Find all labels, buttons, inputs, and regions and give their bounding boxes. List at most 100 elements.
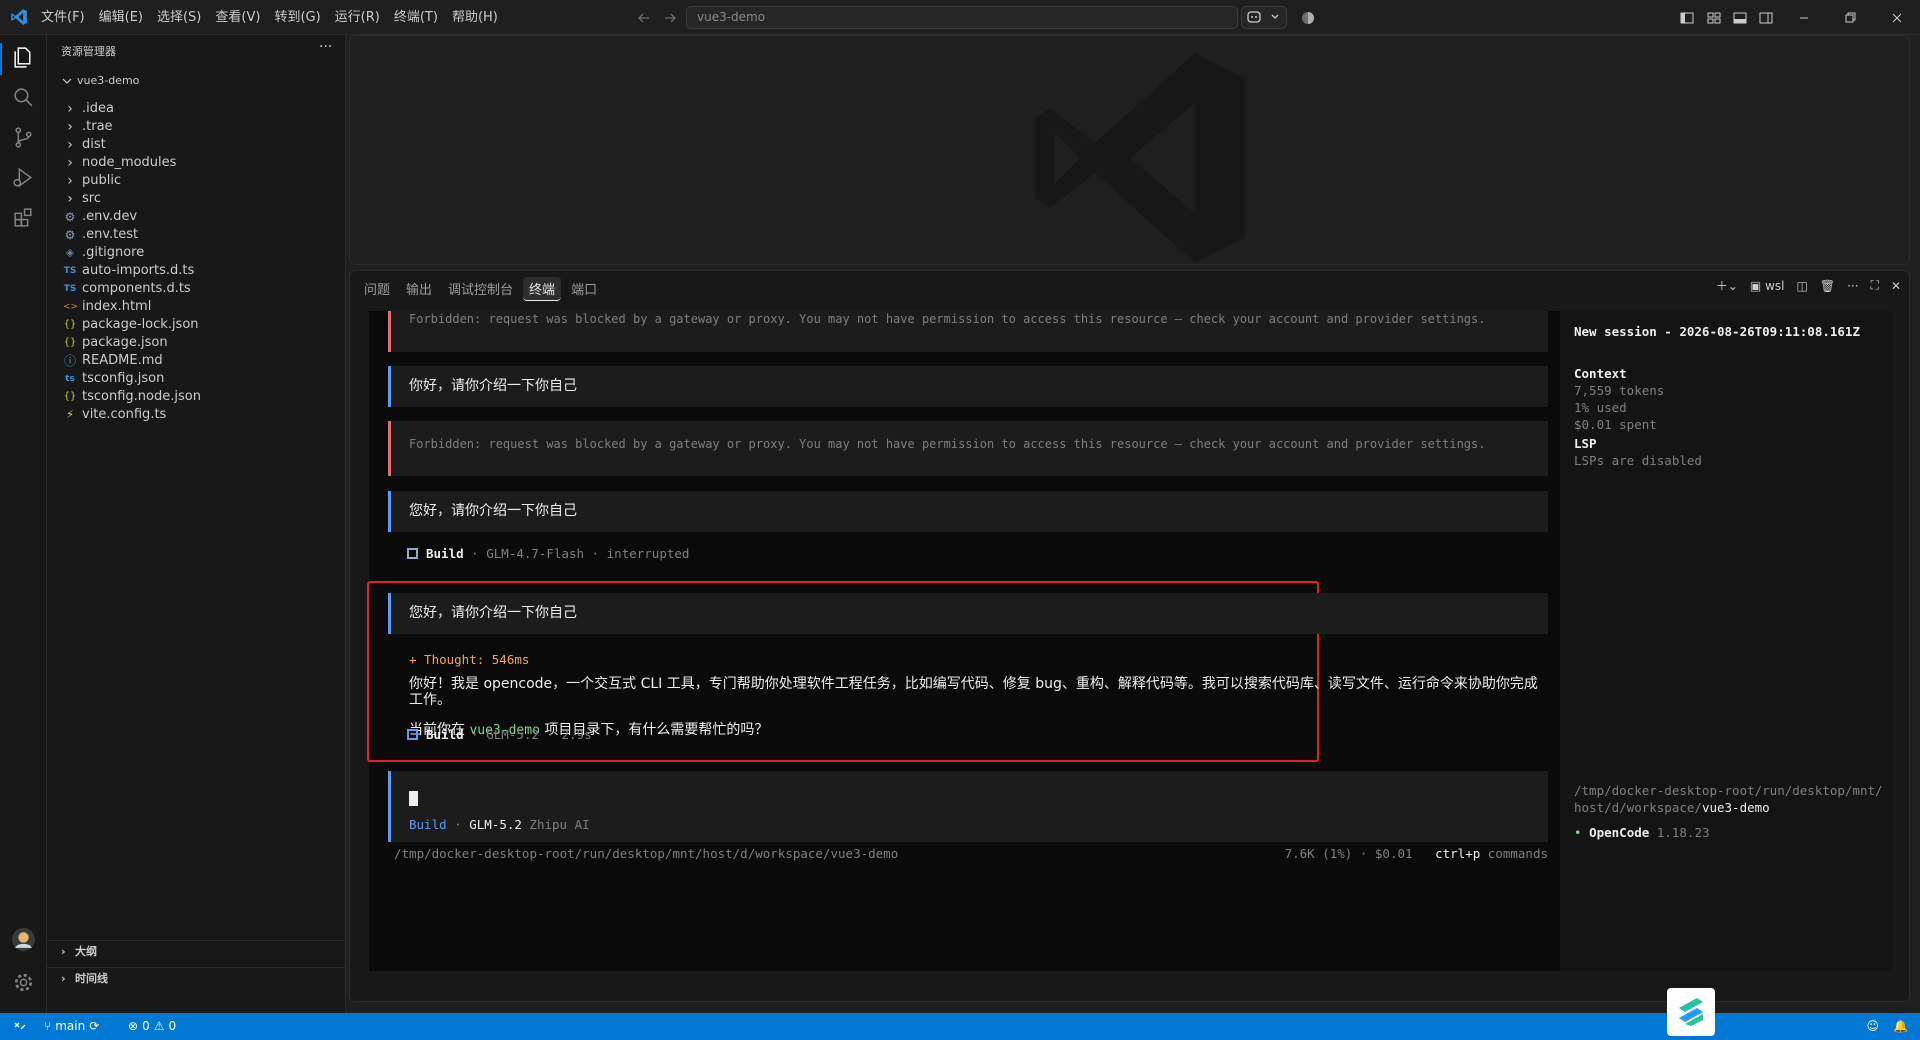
vscode-watermark-logo [1010, 38, 1270, 264]
problems-indicator[interactable]: ⊗ 0 ⚠ 0 [128, 1019, 176, 1033]
build-model: · GLM-4.7-Flash [471, 546, 585, 561]
prompt-input[interactable]: Build · GLM-5.2 Zhipu AI [388, 771, 1548, 842]
menu-selection[interactable]: 选择(S) [150, 7, 208, 29]
split-terminal-icon[interactable]: ◫ [1797, 279, 1808, 293]
file-item[interactable]: ⚡ vite.config.ts [47, 404, 345, 426]
toggle-panel-icon[interactable] [1732, 10, 1748, 26]
chevron-right-icon: › [61, 945, 66, 958]
more-actions-icon[interactable]: ··· [319, 39, 332, 55]
context-section: Context 7,559 tokens 1% used $0.01 spent [1574, 365, 1664, 433]
title-bar: 文件(F) 编辑(E) 选择(S) 查看(V) 转到(G) 运行(R) 终端(T… [0, 0, 1920, 35]
lsp-section: LSP LSPs are disabled [1574, 435, 1702, 469]
build-status: Build · GLM-5.2 · 2.9s [407, 727, 592, 742]
remote-indicator[interactable] [0, 1013, 40, 1040]
forward-arrow-icon[interactable] [662, 10, 678, 26]
close-window-icon[interactable] [1889, 10, 1905, 26]
user-message-text: 您好，请你介绍一下你自己 [409, 503, 577, 519]
terminal-instance[interactable]: ▣ wsl [1750, 279, 1785, 293]
warning-count: 0 [168, 1019, 177, 1033]
editor-area [349, 35, 1910, 265]
source-control-icon[interactable] [11, 125, 36, 150]
text-cursor [409, 791, 418, 806]
new-terminal-icon[interactable]: ＋⌄ [1716, 277, 1738, 294]
menu-run[interactable]: 运行(R) [328, 7, 387, 29]
build-model: · GLM-5.2 [471, 727, 539, 742]
cost-spent: $0.01 spent [1574, 417, 1657, 432]
path-dir: vue3-demo [1701, 800, 1770, 815]
settings-gear-icon[interactable] [11, 970, 36, 995]
command-center-label: vue3-demo [697, 10, 766, 24]
tab-debug-console[interactable]: 调试控制台 [442, 277, 519, 301]
accounts-icon[interactable] [1300, 10, 1316, 26]
maximize-panel-icon[interactable]: ⛶ [1871, 278, 1879, 293]
copilot-icon[interactable]: ☺ [1867, 1019, 1880, 1033]
outline-label: 大纲 [75, 945, 97, 958]
back-arrow-icon[interactable] [636, 10, 652, 26]
branch-icon: ⑂ [44, 1019, 52, 1033]
usage-percent: 1% used [1574, 400, 1627, 415]
tree-item-label: vite.config.ts [82, 407, 167, 422]
error-text: Forbidden: request was blocked by a gate… [409, 312, 1486, 326]
error-count: 0 [142, 1019, 150, 1033]
command-center-search[interactable]: vue3-demo [686, 6, 1238, 29]
context-label: Context [1574, 366, 1627, 381]
trash-icon[interactable]: 🗑 [1820, 279, 1835, 293]
session-path: /tmp/docker-desktop-root/run/desktop/mnt… [1574, 782, 1884, 816]
menu-go[interactable]: 转到(G) [267, 7, 327, 29]
status-bar: ⑂ main ⟳ ⊗ 0 ⚠ 0 ☺ 🔔 [0, 1013, 1920, 1040]
timeline-label: 时间线 [75, 972, 108, 985]
thought-indicator[interactable]: + Thought: 546ms [409, 652, 529, 667]
restore-icon[interactable] [1842, 10, 1858, 26]
menu-edit[interactable]: 编辑(E) [92, 7, 150, 29]
customize-layout-icon[interactable] [1706, 10, 1722, 26]
session-sidebar: New session - 2026-08-26T09:11:08.161Z C… [1560, 311, 1893, 971]
model-name: GLM-5.2 [469, 817, 522, 832]
menu-view[interactable]: 查看(V) [208, 7, 267, 29]
account-avatar[interactable] [11, 927, 36, 952]
menu-file[interactable]: 文件(F) [34, 7, 92, 29]
folder-root[interactable]: vue3-demo [47, 72, 345, 92]
shortcut-key: ctrl+p [1435, 846, 1481, 861]
branch-name: main [55, 1019, 86, 1033]
warning-icon: ⚠ [153, 1019, 165, 1033]
tab-ports[interactable]: 端口 [565, 277, 603, 301]
app-version: • OpenCode 1.18.23 [1574, 824, 1710, 841]
menu-help[interactable]: 帮助(H) [445, 7, 505, 29]
explorer-icon[interactable] [11, 45, 36, 70]
tab-terminal[interactable]: 终端 [523, 277, 562, 301]
timeline-section[interactable]: › 时间线 [47, 967, 345, 989]
bolt-file-icon: ⚡ [66, 408, 74, 421]
vscode-logo-icon [10, 8, 28, 26]
build-square-icon [407, 548, 418, 559]
extensions-icon[interactable] [11, 205, 36, 230]
error-message: Forbidden: request was blocked by a gate… [388, 311, 1548, 352]
panel-tabs: 问题 输出 调试控制台 终端 端口 [358, 277, 603, 301]
copilot-chat-button[interactable] [1241, 6, 1287, 29]
app-name: OpenCode [1589, 825, 1650, 840]
toggle-primary-sidebar-icon[interactable] [1679, 10, 1695, 26]
close-panel-icon[interactable]: ✕ [1891, 279, 1901, 293]
notifications-bell-icon[interactable]: 🔔 [1893, 1019, 1908, 1033]
error-icon: ⊗ [128, 1019, 139, 1033]
chevron-right-icon: › [61, 972, 66, 985]
user-message-text: 你好，请你介绍一下你自己 [409, 378, 577, 394]
search-icon[interactable] [11, 85, 36, 110]
lsp-label: LSP [1574, 436, 1597, 451]
app-logo-overlay [1667, 988, 1715, 1036]
provider-name: Zhipu AI [521, 817, 590, 832]
error-message: Forbidden: request was blocked by a gate… [388, 421, 1548, 476]
git-branch[interactable]: ⑂ main ⟳ [44, 1019, 99, 1033]
build-time: · 2.9s [546, 727, 592, 742]
user-message: 您好，请你介绍一下你自己 [388, 593, 1548, 634]
tab-problems[interactable]: 问题 [358, 277, 396, 301]
menu-terminal[interactable]: 终端(T) [387, 7, 445, 29]
agent-name: Build [409, 817, 447, 832]
outline-section[interactable]: › 大纲 [47, 940, 345, 962]
minimize-icon[interactable] [1796, 10, 1812, 26]
terminal-view[interactable]: Forbidden: request was blocked by a gate… [367, 311, 1893, 971]
more-icon[interactable]: ··· [1847, 279, 1858, 293]
toggle-secondary-sidebar-icon[interactable] [1758, 10, 1774, 26]
build-state: · interrupted [591, 546, 690, 561]
run-debug-icon[interactable] [11, 165, 36, 190]
tab-output[interactable]: 输出 [400, 277, 438, 301]
